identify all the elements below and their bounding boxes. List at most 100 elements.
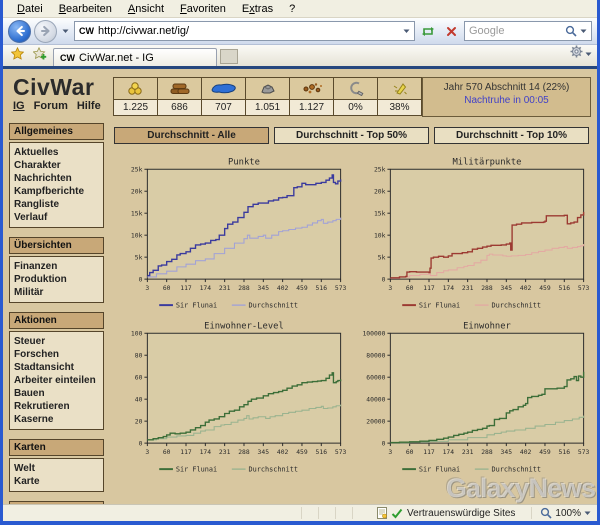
new-tab-button[interactable] <box>220 49 238 64</box>
menu-ansicht[interactable]: Ansicht <box>120 2 172 16</box>
tools-button[interactable] <box>570 45 583 63</box>
sidebar-item-karte[interactable]: Karte <box>14 475 99 488</box>
zoom-dropdown-icon[interactable] <box>584 511 591 516</box>
resource-value-iron: 1.051 <box>246 100 289 115</box>
y-tick-label: 0 <box>139 275 143 283</box>
x-tick-label: 60 <box>405 284 413 292</box>
menu-help[interactable]: ? <box>281 2 303 16</box>
sidebar-item-kampfberichte[interactable]: Kampfberichte <box>14 185 99 198</box>
view-tab-durchschnitt-top-50[interactable]: Durchschnitt - Top 50% <box>274 127 429 144</box>
wood-icon <box>158 78 201 99</box>
x-tick-label: 231 <box>461 284 473 292</box>
history-dropdown-button[interactable] <box>60 29 71 34</box>
x-tick-label: 345 <box>500 284 512 292</box>
sidebar-item-steuer[interactable]: Steuer <box>14 335 99 348</box>
sidebar-section-ubersichten: FinanzenProduktionMilitär <box>9 256 104 303</box>
sidebar-item-bauen[interactable]: Bauen <box>14 387 99 400</box>
sidebar-item-stadtansicht[interactable]: Stadtansicht <box>14 361 99 374</box>
game-time-line: Jahr 570 Abschnitt 14 (22%) <box>423 82 590 93</box>
sidebar-header-allgemeines: Allgemeines <box>9 123 104 140</box>
search-dropdown-icon[interactable] <box>580 29 587 34</box>
y-tick-label: 10k <box>373 231 385 239</box>
x-tick-label: 60 <box>405 448 413 456</box>
sidebar-item-forschen[interactable]: Forschen <box>14 348 99 361</box>
menu-bearbeiten[interactable]: Bearbeiten <box>51 2 120 16</box>
tools-dropdown-icon[interactable] <box>585 52 592 57</box>
torch-icon <box>378 78 421 99</box>
page-icon <box>377 507 387 519</box>
x-tick-label: 174 <box>442 284 454 292</box>
sidebar-item-militar[interactable]: Militär <box>14 286 99 299</box>
sidebar-item-produktion[interactable]: Produktion <box>14 273 99 286</box>
chart-militarpunkte: Militärpunkte25k20k15k10k5k0360117174231… <box>357 154 590 314</box>
address-dropdown-icon[interactable] <box>403 29 410 34</box>
resource-table: 1.2256867071.0511.1270%38% <box>113 77 422 116</box>
sidebar-item-kaserne[interactable]: Kaserne <box>14 413 99 426</box>
y-tick-label: 40000 <box>366 395 385 403</box>
x-tick-label: 288 <box>481 284 493 292</box>
menu-favoriten[interactable]: Favoriten <box>172 2 234 16</box>
sidebar-item-aktuelles[interactable]: Aktuelles <box>14 146 99 159</box>
window-bottom-edge <box>3 521 597 525</box>
x-tick-label: 459 <box>539 448 551 456</box>
nav-link-ig[interactable]: IG <box>13 100 25 112</box>
x-tick-label: 60 <box>163 448 171 456</box>
chart-einwohner: Einwohner1000008000060000400002000003601… <box>357 318 590 478</box>
refresh-button[interactable] <box>418 21 438 41</box>
sidebar-item-rekrutieren[interactable]: Rekrutieren <box>14 400 99 413</box>
search-box[interactable]: Google <box>464 21 592 41</box>
chart-title: Punkte <box>228 157 260 167</box>
food-icon <box>290 78 333 99</box>
tab-title: CivWar.net - IG <box>79 52 154 64</box>
tab-civwar[interactable]: CW CivWar.net - IG <box>53 48 217 66</box>
tool-icon <box>334 78 377 99</box>
menu-extras[interactable]: Extras <box>234 2 281 16</box>
sidebar-item-welt[interactable]: Welt <box>14 462 99 475</box>
x-tick-label: 174 <box>442 448 454 456</box>
address-bar[interactable]: CW http://civwar.net/ig/ <box>74 21 415 41</box>
x-tick-label: 516 <box>316 284 328 292</box>
chart-einwohner-level: Einwohner-Level1008060402003601171742312… <box>114 318 347 478</box>
search-icon[interactable] <box>565 25 577 37</box>
game-time-box: Jahr 570 Abschnitt 14 (22%) Nachtruhe in… <box>422 77 591 117</box>
cloth-icon <box>202 78 245 99</box>
back-button[interactable] <box>8 20 31 43</box>
sidebar-item-arbeiter-einteilen[interactable]: Arbeiter einteilen <box>14 374 99 387</box>
y-tick-label: 100 <box>131 329 143 337</box>
x-tick-label: 174 <box>200 284 212 292</box>
zoom-control[interactable]: 100% <box>531 507 591 519</box>
sidebar-item-verlauf[interactable]: Verlauf <box>14 211 99 224</box>
favorites-center-button[interactable] <box>8 46 27 66</box>
nav-link-forum[interactable]: Forum <box>34 100 68 112</box>
y-tick-label: 20k <box>373 187 385 195</box>
menu-datei[interactable]: Datei <box>9 2 51 16</box>
x-tick-label: 3 <box>145 284 149 292</box>
x-tick-label: 174 <box>200 448 212 456</box>
x-tick-label: 516 <box>558 448 570 456</box>
status-bar: Vertrauenswürdige Sites 100% <box>3 504 597 521</box>
sidebar-header-ubersichten: Übersichten <box>9 237 104 254</box>
view-tab-durchschnitt-alle[interactable]: Durchschnitt - Alle <box>114 127 269 144</box>
y-tick-label: 5k <box>135 253 143 261</box>
forward-button[interactable] <box>34 20 57 43</box>
address-url: http://civwar.net/ig/ <box>98 25 399 37</box>
sidebar-item-rangliste[interactable]: Rangliste <box>14 198 99 211</box>
sidebar-item-finanzen[interactable]: Finanzen <box>14 260 99 273</box>
x-tick-label: 573 <box>335 448 347 456</box>
sidebar-item-nachrichten[interactable]: Nachrichten <box>14 172 99 185</box>
add-favorite-button[interactable] <box>30 46 50 66</box>
sidebar-header-karten: Karten <box>9 439 104 456</box>
zoom-magnifier-icon <box>540 507 552 519</box>
nav-link-hilfe[interactable]: Hilfe <box>77 100 101 112</box>
x-tick-label: 402 <box>519 448 531 456</box>
x-tick-label: 288 <box>481 448 493 456</box>
view-tab-durchschnitt-top-10[interactable]: Durchschnitt - Top 10% <box>434 127 589 144</box>
y-tick-label: 40 <box>135 395 143 403</box>
x-tick-label: 3 <box>388 448 392 456</box>
x-tick-label: 3 <box>145 448 149 456</box>
chevron-down-icon <box>62 29 69 34</box>
sidebar-item-charakter[interactable]: Charakter <box>14 159 99 172</box>
stop-button[interactable] <box>441 21 461 41</box>
view-tabs: Durchschnitt - Alle Durchschnitt - Top 50… <box>114 127 589 144</box>
x-tick-label: 402 <box>277 284 289 292</box>
